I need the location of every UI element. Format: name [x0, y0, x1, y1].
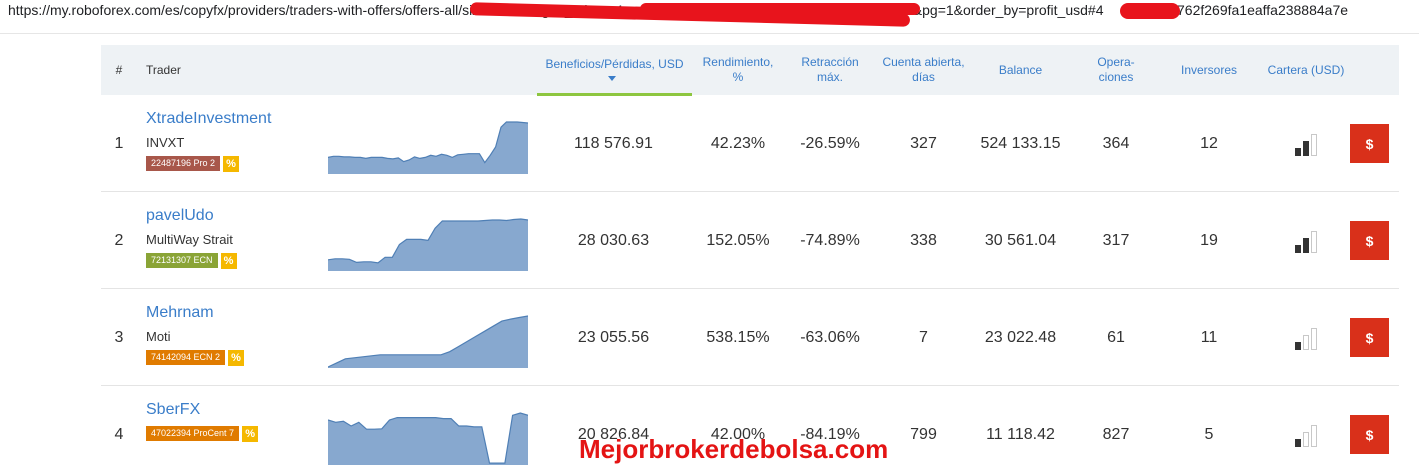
col-number: #: [115, 62, 123, 77]
col-yield[interactable]: Rendimiento,%: [694, 45, 782, 95]
balance-value: 524 133.15: [980, 134, 1061, 152]
yield-value: 538.15%: [706, 328, 770, 346]
portfolio-cell: [1271, 192, 1341, 289]
address-bar[interactable]: https://my.roboforex.com/es/copyfx/provi…: [0, 0, 1419, 27]
investors-value: 5: [1204, 425, 1214, 443]
portfolio-level-icon: [1295, 229, 1317, 253]
row-index: 3: [114, 328, 124, 346]
yield-value: 152.05%: [706, 231, 770, 249]
trader-name-link[interactable]: SberFX: [146, 400, 326, 420]
strategy-name: Moti: [146, 329, 171, 344]
table-header: # Trader Beneficios/Pérdidas, USD Rendim…: [101, 45, 1399, 96]
row-index: 2: [114, 231, 124, 249]
sparkline-area: [328, 219, 528, 271]
trader-info: pavelUdo MultiWay Strait 72131307 ECN %: [146, 206, 326, 269]
trader-info: Mehrnam Moti 74142094 ECN 2 %: [146, 303, 326, 366]
strategy-name: MultiWay Strait: [146, 232, 233, 247]
invest-button[interactable]: $: [1350, 415, 1389, 454]
drawdown-value: -74.89%: [800, 231, 860, 249]
profit-sparkline: [328, 121, 528, 174]
percent-icon: %: [228, 350, 245, 366]
traders-table: # Trader Beneficios/Pérdidas, USD Rendim…: [101, 45, 1399, 471]
operations-value: 827: [1102, 425, 1130, 443]
investors-value: 12: [1200, 134, 1218, 152]
account-badges: 22487196 Pro 2 %: [146, 156, 326, 172]
profit-value: 28 030.63: [577, 231, 650, 249]
days-value: 7: [919, 328, 928, 346]
portfolio-cell: [1271, 386, 1341, 471]
col-profit[interactable]: Beneficios/Pérdidas, USD: [537, 45, 692, 95]
sort-desc-icon[interactable]: [608, 76, 616, 81]
drawdown-value: -26.59%: [800, 134, 860, 152]
operations-value: 61: [1107, 328, 1125, 346]
table-body: 1 XtradeInvestment INVXT 22487196 Pro 2 …: [101, 95, 1399, 471]
col-trader: Trader: [146, 62, 181, 77]
col-investors[interactable]: Inversores: [1169, 45, 1249, 95]
trader-name-link[interactable]: pavelUdo: [146, 206, 326, 226]
trader-info: XtradeInvestment INVXT 22487196 Pro 2 %: [146, 109, 326, 172]
row-index: 1: [114, 134, 124, 152]
redaction-mark-3: [1120, 3, 1180, 19]
account-badges: 74142094 ECN 2 %: [146, 350, 326, 366]
col-balance[interactable]: Balance: [973, 45, 1068, 95]
balance-value: 30 561.04: [984, 231, 1057, 249]
divider: [0, 33, 1419, 34]
portfolio-cell: [1271, 289, 1341, 386]
trader-name-link[interactable]: XtradeInvestment: [146, 109, 326, 129]
drawdown-value: -63.06%: [800, 328, 860, 346]
sparkline-area: [328, 122, 528, 174]
account-badges: 72131307 ECN %: [146, 253, 326, 269]
trader-name-link[interactable]: Mehrnam: [146, 303, 326, 323]
invest-button[interactable]: $: [1350, 221, 1389, 260]
account-badge: 22487196 Pro 2: [146, 156, 221, 171]
col-drawdown[interactable]: Retracción máx.: [789, 45, 871, 95]
profit-value: 23 055.56: [577, 328, 650, 346]
row-index: 4: [114, 425, 124, 443]
days-value: 327: [910, 134, 937, 152]
percent-icon: %: [220, 253, 237, 269]
invest-button[interactable]: $: [1350, 124, 1389, 163]
table-row: 1 XtradeInvestment INVXT 22487196 Pro 2 …: [101, 95, 1399, 192]
sparkline-area: [328, 413, 528, 465]
balance-value: 23 022.48: [984, 328, 1057, 346]
table-row: 2 pavelUdo MultiWay Strait 72131307 ECN …: [101, 192, 1399, 289]
portfolio-cell: [1271, 95, 1341, 192]
url-text-tail: e&pg=1&order_by=profit_usd#4: [905, 2, 1104, 18]
profit-sparkline: [328, 315, 528, 368]
percent-icon: %: [223, 156, 240, 172]
col-portfolio[interactable]: Cartera (USD): [1251, 45, 1361, 95]
operations-value: 364: [1102, 134, 1130, 152]
watermark: Mejorbrokerdebolsa.com: [579, 434, 889, 464]
account-badge: 47022394 ProCent 7: [146, 426, 240, 441]
trader-info: SberFX 47022394 ProCent 7 %: [146, 400, 326, 442]
account-badge: 74142094 ECN 2: [146, 350, 226, 365]
strategy-name: INVXT: [146, 135, 185, 150]
investors-value: 19: [1200, 231, 1218, 249]
redaction-mark-2: [640, 3, 920, 15]
profit-sparkline: [328, 412, 528, 465]
balance-value: 11 118.42: [986, 425, 1055, 443]
investors-value: 11: [1200, 328, 1218, 346]
days-value: 799: [910, 425, 937, 443]
col-operations[interactable]: Opera-ciones: [1086, 45, 1146, 95]
operations-value: 317: [1102, 231, 1130, 249]
url-text-end: 762f269fa1eaffa238884a7e: [1177, 2, 1349, 18]
yield-value: 42.23%: [710, 134, 766, 152]
table-row: 3 Mehrnam Moti 74142094 ECN 2 % 23 055.5…: [101, 289, 1399, 386]
portfolio-level-icon: [1295, 326, 1317, 350]
profit-value: 118 576.91: [574, 134, 653, 152]
percent-icon: %: [242, 426, 259, 442]
col-days[interactable]: Cuenta abierta, días: [876, 45, 971, 95]
account-badges: 47022394 ProCent 7 %: [146, 426, 326, 442]
account-badge: 72131307 ECN: [146, 253, 218, 268]
days-value: 338: [910, 231, 937, 249]
portfolio-level-icon: [1295, 423, 1317, 447]
profit-sparkline: [328, 218, 528, 271]
invest-button[interactable]: $: [1350, 318, 1389, 357]
portfolio-level-icon: [1295, 132, 1317, 156]
